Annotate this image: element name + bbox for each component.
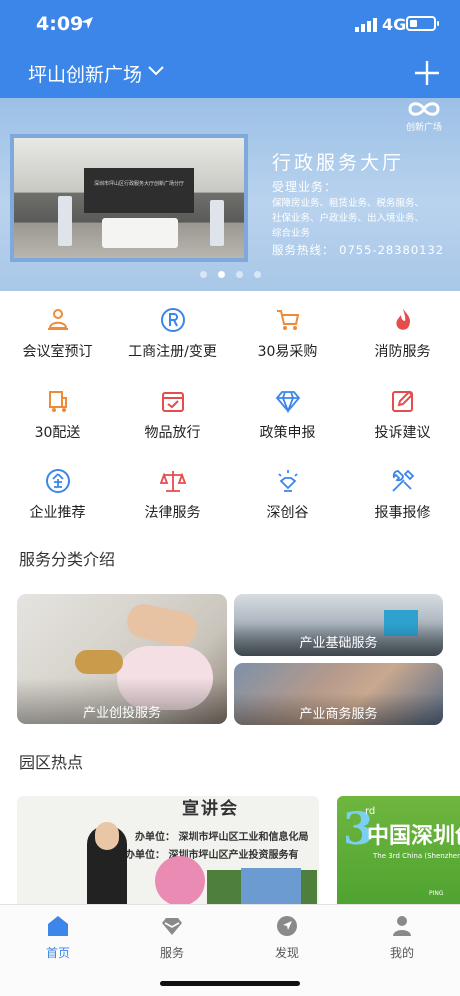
banner-line: 保障房业务、租赁业务、税务服务、 xyxy=(272,198,425,209)
service-policy[interactable]: 政策申报 xyxy=(230,388,345,448)
brand-logo: 创新广场 xyxy=(396,100,452,133)
service-label: 政策申报 xyxy=(259,425,316,441)
service-procurement[interactable]: 30易采购 xyxy=(230,307,345,367)
service-delivery[interactable]: 30配送 xyxy=(0,388,115,448)
news-ordinal-suffix: rd xyxy=(365,806,376,817)
service-label: 法律服务 xyxy=(144,505,201,521)
tab-profile[interactable]: 我的 xyxy=(362,915,442,965)
status-time: 4:09 xyxy=(36,13,84,35)
service-fire[interactable]: 消防服务 xyxy=(345,307,460,367)
category-card-business[interactable]: 产业商务服务 xyxy=(234,663,443,725)
diamond-icon xyxy=(275,391,301,414)
enterprise-icon xyxy=(46,469,70,493)
carousel-dots[interactable] xyxy=(200,271,264,279)
news-heading: 宣讲会 xyxy=(182,799,239,819)
banner-line: 社保业务、户政业务、出入境业务、 xyxy=(272,213,425,224)
location-selector[interactable]: 坪山创新广场 xyxy=(28,60,142,87)
carousel-dot[interactable] xyxy=(218,271,225,278)
release-icon xyxy=(162,392,184,412)
section-title-hot: 园区热点 xyxy=(19,753,84,772)
news-subtitle: The 3rd China (Shenzhen) In xyxy=(373,852,460,860)
hot-news-card[interactable]: 3 rd 中国深圳创新 The 3rd China (Shenzhen) In … xyxy=(337,796,460,906)
meeting-icon xyxy=(48,309,68,330)
plus-icon[interactable] xyxy=(414,60,440,86)
carousel-dot[interactable] xyxy=(236,271,243,278)
news-partial-text: PING xyxy=(429,890,444,897)
cart-icon xyxy=(277,310,300,330)
category-label: 产业基础服务 xyxy=(299,636,378,651)
service-label: 报事报修 xyxy=(374,505,431,521)
category-card-infrastructure[interactable]: 产业基础服务 xyxy=(234,594,443,656)
banner-subtitle: 受理业务： xyxy=(272,180,338,194)
service-label: 物品放行 xyxy=(144,425,201,441)
registered-icon xyxy=(161,308,185,332)
profile-icon xyxy=(393,916,411,936)
service-icon xyxy=(162,918,182,935)
service-business-registration[interactable]: 工商注册/变更 xyxy=(115,307,230,367)
service-shenchuanggu[interactable]: 深创谷 xyxy=(230,468,345,528)
carousel-dot[interactable] xyxy=(254,271,261,278)
news-title: 中国深圳创新 xyxy=(367,824,460,849)
service-label: 消防服务 xyxy=(374,344,431,360)
news-line: 办单位： 深圳市坪山区工业和信息化局 xyxy=(135,832,309,843)
service-label: 企业推荐 xyxy=(29,505,86,521)
hot-news-card[interactable]: 宣讲会 办单位： 深圳市坪山区工业和信息化局 办单位： 深圳市坪山区产业投资服务… xyxy=(17,796,319,906)
banner-carousel[interactable]: 创新广场 深圳市坪山区行政服务大厅创新广场分厅 行政服务大厅 受理业务： 保障房… xyxy=(0,98,460,291)
tab-label: 发现 xyxy=(274,946,299,960)
service-label: 会议室预订 xyxy=(22,344,93,360)
network-type: 4G xyxy=(382,15,407,34)
service-complaint[interactable]: 投诉建议 xyxy=(345,388,460,448)
service-label: 深创谷 xyxy=(266,505,309,521)
service-repair[interactable]: 报事报修 xyxy=(345,468,460,528)
category-card-venture[interactable]: 产业创投服务 xyxy=(17,594,227,724)
tab-label: 我的 xyxy=(389,946,414,960)
tools-icon xyxy=(392,469,415,492)
chevron-down-icon[interactable] xyxy=(148,66,164,76)
category-label: 产业创投服务 xyxy=(82,706,161,721)
infinity-logo-icon xyxy=(408,102,440,116)
news-line: 办单位： 深圳市坪山区产业投资服务有 xyxy=(125,850,299,861)
top-bar: 4:09 4G 坪山创新广场 xyxy=(0,0,460,98)
service-label: 30易采购 xyxy=(257,344,318,360)
home-icon xyxy=(48,916,68,936)
section-title-categories: 服务分类介绍 xyxy=(19,550,116,569)
home-indicator xyxy=(160,981,300,986)
delivery-icon xyxy=(49,391,67,412)
service-item-release[interactable]: 物品放行 xyxy=(115,388,230,448)
fire-icon xyxy=(396,309,411,330)
tab-service[interactable]: 服务 xyxy=(132,915,212,965)
category-label: 产业商务服务 xyxy=(299,707,378,722)
tab-home[interactable]: 首页 xyxy=(18,915,98,965)
edit-icon xyxy=(392,390,414,412)
service-label: 30配送 xyxy=(34,425,81,441)
battery-icon xyxy=(406,16,439,31)
carousel-dot[interactable] xyxy=(200,271,207,278)
status-bar: 4:09 4G xyxy=(0,0,460,50)
banner-hotline: 服务热线： 0755-28380132 xyxy=(272,243,445,257)
logo-text: 创新广场 xyxy=(405,123,442,133)
service-label: 投诉建议 xyxy=(374,425,431,441)
tab-label: 服务 xyxy=(159,946,184,960)
photo-sign: 深圳市坪山区行政服务大厅创新广场分厅 xyxy=(93,181,184,187)
location-arrow-icon xyxy=(81,17,93,29)
service-enterprise[interactable]: 企业推荐 xyxy=(0,468,115,528)
banner-photo: 深圳市坪山区行政服务大厅创新广场分厅 xyxy=(10,134,248,262)
banner-title: 行政服务大厅 xyxy=(272,152,405,174)
service-label: 工商注册/变更 xyxy=(128,344,217,360)
service-meeting-room[interactable]: 会议室预订 xyxy=(0,307,115,367)
idea-icon xyxy=(278,470,298,492)
banner-line: 综合业务 xyxy=(272,228,311,239)
scale-icon xyxy=(160,471,186,492)
discover-icon xyxy=(277,916,297,936)
service-legal[interactable]: 法律服务 xyxy=(115,468,230,528)
tab-label: 首页 xyxy=(45,946,70,960)
signal-icon xyxy=(355,18,377,32)
tab-discover[interactable]: 发现 xyxy=(247,915,327,965)
